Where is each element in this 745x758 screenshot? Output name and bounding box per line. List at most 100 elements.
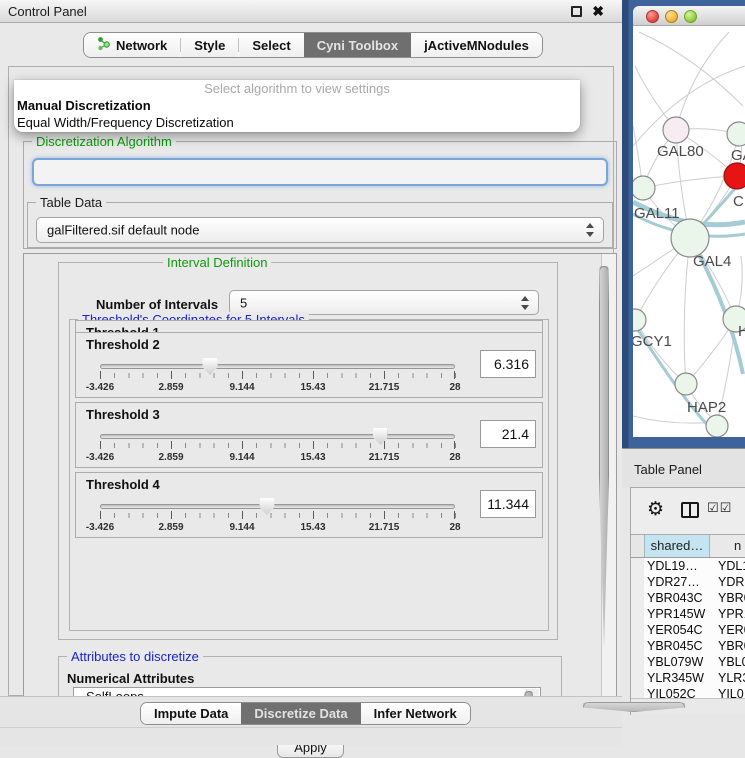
- node-top-right[interactable]: [727, 122, 745, 146]
- cell: YDL19…: [647, 558, 698, 574]
- thresholds-group: Threshold's Coordinates for 5 Intervals …: [69, 319, 549, 631]
- group-title: Discretization Algorithm: [32, 134, 176, 149]
- threshold-value-field[interactable]: [480, 350, 536, 378]
- cell: YBL0: [718, 654, 745, 670]
- tick-label: 9.144: [229, 522, 254, 533]
- network-window: GAL80 GA C GAL11 GAL4 GCY1 H HAP2: [622, 0, 745, 448]
- cell: YPR145W: [647, 606, 705, 622]
- tick-label: 9.144: [229, 382, 254, 393]
- node-gal80[interactable]: [663, 117, 689, 143]
- table-row[interactable]: YBR043CYBR0: [644, 590, 745, 606]
- columns-icon[interactable]: [681, 502, 699, 518]
- node-label: H: [738, 323, 745, 340]
- table-panel-title: Table Panel: [634, 462, 702, 477]
- table-data-combobox[interactable]: galFiltered.sif default node: [36, 217, 604, 243]
- tick-label: -3.426: [86, 452, 114, 463]
- tab-jactivemnodules[interactable]: jActiveMNodules: [411, 33, 542, 57]
- cell: YBL079W: [647, 654, 703, 670]
- column-header-shared[interactable]: shared…: [644, 535, 710, 557]
- zoom-traffic-light-icon[interactable]: [684, 10, 697, 23]
- tick-label: 28: [449, 382, 460, 393]
- node-hap2[interactable]: [675, 373, 697, 395]
- tab-impute-label: Impute Data: [154, 706, 228, 721]
- bottom-tab-strip: Impute Data Discretize Data Infer Networ…: [0, 697, 622, 745]
- close-icon[interactable]: ✖: [592, 3, 604, 20]
- table-header: shared… n: [631, 534, 745, 558]
- cell: YLR3: [718, 670, 745, 686]
- gear-icon[interactable]: ⚙: [647, 498, 664, 520]
- group-title: Interval Definition: [163, 255, 271, 270]
- tab-impute-data[interactable]: Impute Data: [141, 703, 241, 724]
- threshold-value-field[interactable]: [480, 420, 536, 448]
- threshold-value-field[interactable]: [480, 490, 536, 518]
- threshold-slider[interactable]: -3.426 2.859 9.144 15.43 21.715 28: [100, 357, 455, 397]
- node-bottom[interactable]: [706, 415, 728, 437]
- cell: YDR2: [718, 574, 745, 590]
- panel-title: Control Panel: [8, 4, 87, 19]
- threshold-slider[interactable]: -3.426 2.859 9.144 15.43 21.715 28: [100, 497, 455, 537]
- settings-scroll-panel: Interval Definition Number of Intervals …: [23, 253, 617, 735]
- slider-minor-ticks: [100, 513, 456, 518]
- node-gal11[interactable]: [633, 176, 655, 200]
- control-panel: Control Panel ✖ Network Style Select Cyn…: [0, 0, 622, 745]
- combo-value: 5: [240, 295, 247, 310]
- tab-jactive-label: jActiveMNodules: [424, 38, 529, 53]
- vertical-scrollbar[interactable]: [601, 254, 616, 734]
- table-row[interactable]: YDL19…YDL1: [644, 558, 745, 574]
- network-icon: [97, 36, 110, 54]
- tick-label: 28: [449, 452, 460, 463]
- close-traffic-light-icon[interactable]: [646, 10, 659, 23]
- node-label: GAL11: [634, 205, 680, 222]
- divider: [0, 727, 622, 728]
- float-window-icon[interactable]: [571, 6, 582, 17]
- column-header-name[interactable]: n: [711, 535, 745, 557]
- group-title: Table Data: [36, 195, 106, 210]
- control-panel-titlebar: Control Panel ✖: [0, 0, 622, 23]
- node-label: HAP2: [687, 399, 726, 416]
- table-panel-body: ⚙ ☑☑ shared… n YDL19…YDL1 YDR27…YDR2 YBR…: [630, 487, 745, 715]
- node-label: GAL4: [693, 253, 731, 270]
- tab-infer-network[interactable]: Infer Network: [361, 703, 470, 724]
- node-gcy1[interactable]: [633, 309, 646, 331]
- minimize-traffic-light-icon[interactable]: [665, 10, 678, 23]
- table-row[interactable]: YER054CYER0: [644, 622, 745, 638]
- tab-style-label: Style: [194, 38, 225, 53]
- table-row[interactable]: YPR145W YPR1: [644, 606, 745, 622]
- table-row[interactable]: YLR345WYLR3: [644, 670, 745, 686]
- network-window-titlebar[interactable]: [633, 6, 745, 26]
- cell: YER054C: [647, 622, 703, 638]
- dropdown-option-equal[interactable]: Equal Width/Frequency Discretization: [14, 114, 580, 131]
- tick-label: 21.715: [369, 382, 400, 393]
- slider-track[interactable]: [100, 504, 455, 509]
- table-panel-titlebar: Table Panel: [622, 448, 745, 487]
- node-gal4[interactable]: [671, 219, 709, 257]
- threshold-label: Threshold 2: [86, 337, 160, 352]
- table-row[interactable]: YBL079W YBL0: [644, 654, 745, 670]
- tab-network[interactable]: Network: [84, 33, 180, 57]
- node-red[interactable]: [724, 163, 745, 189]
- tab-cyni-toolbox[interactable]: Cyni Toolbox: [304, 33, 411, 57]
- checkbox-icons[interactable]: ☑☑: [707, 501, 732, 516]
- tab-network-label: Network: [116, 38, 167, 53]
- tab-select-label: Select: [252, 38, 290, 53]
- tab-style[interactable]: Style: [181, 33, 238, 57]
- tick-label: -3.426: [86, 522, 114, 533]
- dropdown-option-manual[interactable]: Manual Discretization: [14, 97, 580, 114]
- network-canvas[interactable]: GAL80 GA C GAL11 GAL4 GCY1 H HAP2: [633, 26, 745, 437]
- tab-discretize-data[interactable]: Discretize Data: [241, 703, 360, 724]
- slider-track[interactable]: [100, 434, 455, 439]
- algorithm-combobox[interactable]: [32, 158, 608, 186]
- slider-track[interactable]: [100, 364, 455, 369]
- threshold-slider[interactable]: -3.426 2.859 9.144 15.43 21.715 28: [100, 427, 455, 467]
- slider-minor-ticks: [100, 443, 456, 448]
- tick-label: 2.859: [158, 382, 183, 393]
- table-row[interactable]: YDR27…YDR2: [644, 574, 745, 590]
- horizontal-scrollbar[interactable]: [631, 698, 745, 715]
- scrollbar-thumb[interactable]: [599, 266, 609, 648]
- slider-minor-ticks: [100, 373, 456, 378]
- table-row[interactable]: YBR045CYBR0: [644, 638, 745, 654]
- threshold-label: Threshold 4: [86, 477, 160, 492]
- tick-label: 15.43: [300, 382, 325, 393]
- tab-select[interactable]: Select: [239, 33, 303, 57]
- cell: YPR1: [718, 606, 745, 622]
